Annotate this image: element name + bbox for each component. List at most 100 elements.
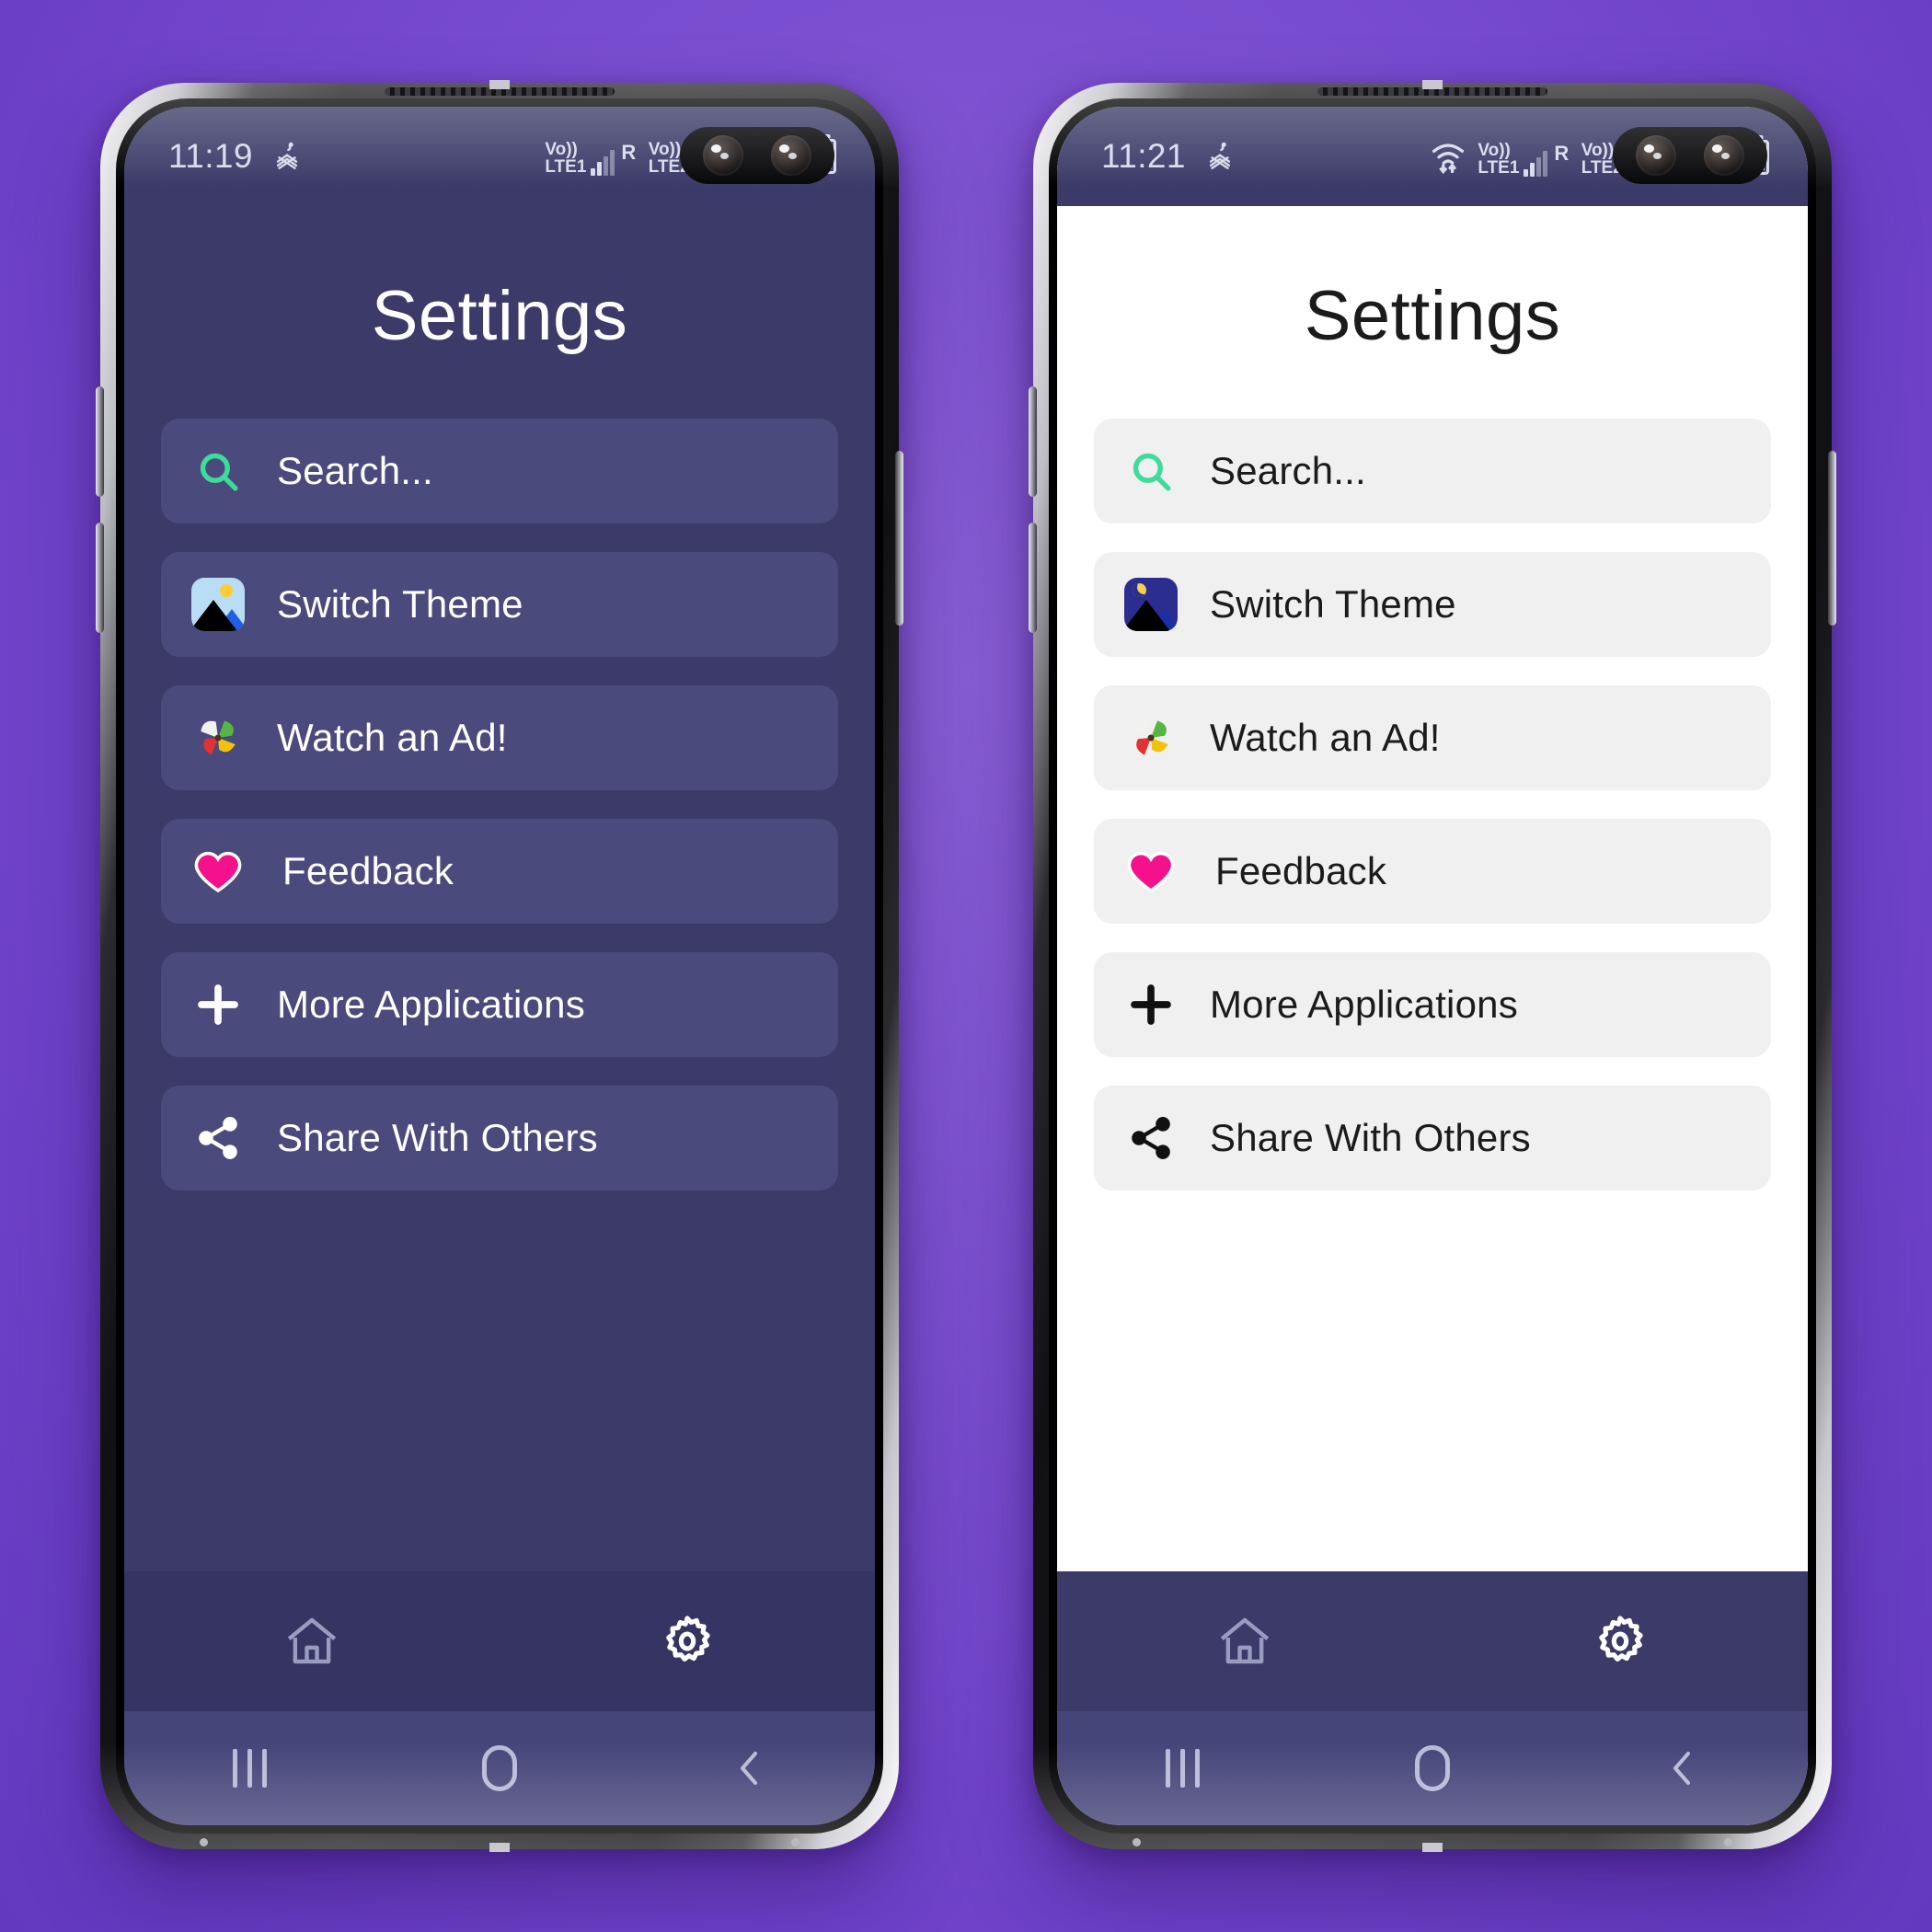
- feedback-row[interactable]: Feedback: [1094, 819, 1771, 924]
- sim1-voice-label: Vo)): [1478, 141, 1511, 160]
- nav-recents[interactable]: [1057, 1749, 1307, 1788]
- bottom-navigation: [1057, 1571, 1808, 1711]
- switch-theme-label: Switch Theme: [1210, 582, 1456, 626]
- share-row[interactable]: Share With Others: [161, 1086, 838, 1190]
- camera-lens-secondary: [771, 135, 811, 176]
- home-pill-icon: [1415, 1745, 1450, 1791]
- frame-antenna-bottom: [489, 1843, 510, 1852]
- pinwheel-ad-icon: [189, 712, 247, 764]
- frame-dot-left: [200, 1838, 208, 1846]
- frame-antenna-top: [489, 80, 510, 89]
- heart-icon: [189, 845, 247, 897]
- frame-dot-right: [1724, 1838, 1732, 1846]
- share-label: Share With Others: [277, 1116, 598, 1159]
- watch-ad-row[interactable]: Watch an Ad!: [1094, 685, 1771, 790]
- more-applications-row[interactable]: More Applications: [1094, 952, 1771, 1057]
- more-applications-row[interactable]: More Applications: [161, 952, 838, 1057]
- nav-back[interactable]: [625, 1746, 875, 1790]
- nav-recents[interactable]: [124, 1749, 374, 1788]
- sim1-signal: Vo)) LTE1 R: [1478, 142, 1570, 177]
- volume-down-button[interactable]: [1029, 523, 1037, 633]
- tab-settings[interactable]: [500, 1612, 875, 1671]
- power-button[interactable]: [895, 451, 903, 626]
- search-placeholder: Search...: [277, 449, 433, 492]
- nav-home[interactable]: [1307, 1745, 1558, 1791]
- search-icon: [189, 448, 247, 494]
- share-icon: [1121, 1114, 1180, 1162]
- watch-ad-label: Watch an Ad!: [1210, 716, 1441, 759]
- sim1-network-label: LTE1: [1478, 158, 1520, 178]
- phone-bezel: 11:21 Vo)) LTE1 R Vo)) LTE2 Settings Sea…: [1049, 98, 1816, 1834]
- phone-dark: 11:19 Vo)) LTE1 R Vo)) LTE2 Settings Sea…: [96, 80, 903, 1852]
- switch-theme-row[interactable]: Switch Theme: [1094, 552, 1771, 657]
- frame-dot-right: [791, 1838, 799, 1846]
- page-title: Settings: [1304, 277, 1561, 355]
- image-day-icon: [189, 578, 247, 631]
- sim1-signal: Vo)) LTE1 R: [545, 141, 638, 176]
- wifi-transfer-icon: [1429, 136, 1467, 175]
- feedback-label: Feedback: [1215, 849, 1387, 892]
- pinwheel-ad-icon: [1121, 712, 1180, 764]
- volume-down-button[interactable]: [96, 523, 104, 633]
- silent-mode-icon: [271, 141, 303, 172]
- tab-settings[interactable]: [1432, 1612, 1808, 1671]
- tab-home[interactable]: [1057, 1611, 1432, 1672]
- tab-home[interactable]: [124, 1611, 500, 1672]
- phone-comparison-stage: 11:19 Vo)) LTE1 R Vo)) LTE2 Settings Sea…: [0, 0, 1932, 1932]
- sim1-network-label: LTE1: [545, 157, 587, 177]
- gear-icon: [1599, 1616, 1643, 1662]
- status-time: 11:19: [168, 137, 253, 175]
- settings-list: Search... Switch Theme Watch an Ad! Feed…: [1094, 419, 1771, 1190]
- image-night-icon: [1121, 578, 1180, 631]
- power-button[interactable]: [1828, 451, 1836, 626]
- plus-icon: [189, 980, 247, 1029]
- more-applications-label: More Applications: [1210, 983, 1518, 1026]
- search-field[interactable]: Search...: [161, 419, 838, 523]
- more-applications-label: More Applications: [277, 983, 585, 1026]
- search-icon: [1121, 448, 1180, 494]
- page-title: Settings: [371, 277, 628, 355]
- home-icon: [1220, 1617, 1270, 1664]
- volume-up-button[interactable]: [1029, 386, 1037, 497]
- recents-icon: [1165, 1749, 1200, 1788]
- bottom-navigation: [124, 1571, 875, 1711]
- feedback-label: Feedback: [282, 849, 454, 892]
- sim2-voice-label: Vo)): [648, 140, 682, 159]
- watch-ad-row[interactable]: Watch an Ad!: [161, 685, 838, 790]
- share-icon: [189, 1114, 247, 1162]
- watch-ad-label: Watch an Ad!: [277, 716, 508, 759]
- plus-icon: [1121, 980, 1180, 1029]
- sim1-voice-label: Vo)): [545, 140, 578, 159]
- phone-bezel: 11:19 Vo)) LTE1 R Vo)) LTE2 Settings Sea…: [116, 98, 883, 1834]
- gear-icon: [666, 1616, 710, 1662]
- share-row[interactable]: Share With Others: [1094, 1086, 1771, 1190]
- app-content-light: Settings Search... Switch Theme Watch an…: [1057, 206, 1808, 1571]
- system-navigation-bar: [1057, 1711, 1808, 1825]
- frame-dot-left: [1133, 1838, 1141, 1846]
- front-camera-cutout: [680, 127, 834, 184]
- volume-up-button[interactable]: [96, 386, 104, 497]
- system-navigation-bar: [124, 1711, 875, 1825]
- back-chevron-icon: [1673, 1752, 1690, 1785]
- switch-theme-label: Switch Theme: [277, 582, 523, 626]
- search-placeholder: Search...: [1210, 449, 1366, 492]
- nav-home[interactable]: [374, 1745, 625, 1791]
- phone-screen-dark: 11:19 Vo)) LTE1 R Vo)) LTE2 Settings Sea…: [124, 107, 875, 1825]
- home-icon: [287, 1617, 337, 1664]
- home-pill-icon: [482, 1745, 517, 1791]
- nav-back[interactable]: [1558, 1746, 1808, 1790]
- sim2-voice-label: Vo)): [1581, 141, 1615, 160]
- front-camera-cutout: [1613, 127, 1767, 184]
- settings-list: Search... Switch Theme Watch an Ad! Feed…: [161, 419, 838, 1190]
- silent-mode-icon: [1204, 141, 1236, 172]
- back-chevron-icon: [741, 1752, 757, 1785]
- feedback-row[interactable]: Feedback: [161, 819, 838, 924]
- phone-light: 11:21 Vo)) LTE1 R Vo)) LTE2 Settings Sea…: [1029, 80, 1836, 1852]
- switch-theme-row[interactable]: Switch Theme: [161, 552, 838, 657]
- search-field[interactable]: Search...: [1094, 419, 1771, 523]
- camera-lens-secondary: [1704, 135, 1744, 176]
- share-label: Share With Others: [1210, 1116, 1531, 1159]
- phone-screen-light: 11:21 Vo)) LTE1 R Vo)) LTE2 Settings Sea…: [1057, 107, 1808, 1825]
- camera-lens-primary: [1636, 135, 1676, 176]
- frame-antenna-top: [1422, 80, 1443, 89]
